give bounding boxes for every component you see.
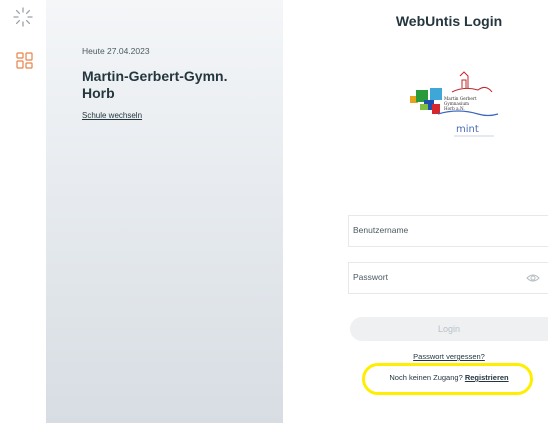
school-info-panel: Heute 27.04.2023 Martin-Gerbert-Gymn. Ho… bbox=[46, 0, 283, 423]
logo-mint-text: mint bbox=[456, 124, 479, 135]
username-field[interactable]: Benutzername bbox=[348, 215, 548, 247]
side-rail bbox=[0, 0, 46, 423]
forgot-password-link[interactable]: Passwort vergessen? bbox=[350, 352, 548, 361]
grid-icon[interactable] bbox=[16, 52, 33, 69]
password-field[interactable]: Passwort bbox=[348, 262, 548, 294]
username-placeholder: Benutzername bbox=[353, 225, 409, 235]
highlight-annotation bbox=[362, 363, 533, 395]
page-title: WebUntis Login bbox=[395, 13, 503, 29]
password-placeholder: Passwort bbox=[353, 272, 388, 282]
logo-text-line3: Horb a.N. bbox=[444, 106, 465, 111]
login-button[interactable]: Login bbox=[350, 317, 548, 341]
switch-school-link[interactable]: Schule wechseln bbox=[82, 111, 142, 120]
show-password-eye-icon[interactable] bbox=[526, 273, 540, 283]
school-name: Martin-Gerbert-Gymn. Horb bbox=[82, 68, 228, 101]
school-logo: Martin Gerbert Gymnasium Horb a.N. mint bbox=[410, 71, 499, 137]
loading-icon bbox=[13, 7, 33, 27]
current-date: Heute 27.04.2023 bbox=[82, 46, 150, 56]
